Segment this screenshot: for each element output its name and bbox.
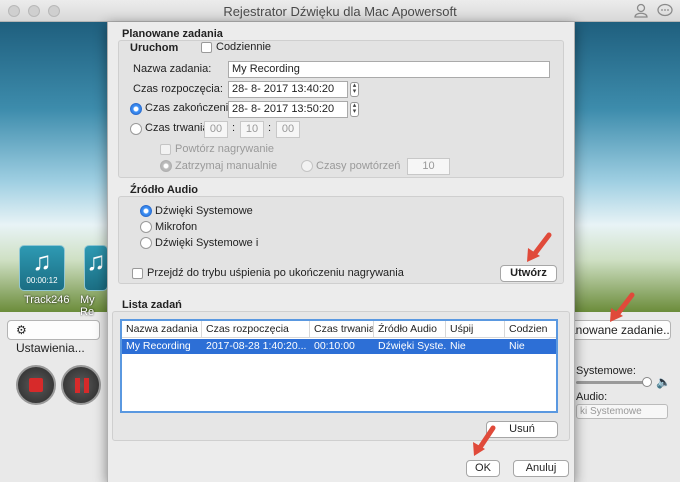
chat-icon[interactable] [657, 3, 673, 18]
duration-seconds-input[interactable]: 00 [276, 121, 300, 138]
task-list-title: Lista zadań [122, 299, 182, 311]
volume-slider[interactable] [576, 381, 650, 384]
task-name-input[interactable]: My Recording [228, 61, 550, 78]
scheduled-tasks-dialog: Planowane zadania Uruchom Codziennie Naz… [107, 22, 575, 482]
table-cell: Dźwięki Syste... [378, 340, 446, 352]
annotation-arrow-icon [610, 292, 635, 322]
end-time-stepper[interactable]: ▴ ▾ [350, 102, 359, 117]
repeat-times-radio[interactable] [301, 160, 313, 172]
microphone-label: Mikrofon [155, 221, 198, 233]
system-sounds-label: Dźwięki Systemowe [155, 205, 253, 217]
music-note-icon: ♫ [32, 246, 52, 276]
track-name: My Re [80, 294, 95, 318]
volume-slider-knob[interactable] [642, 377, 652, 387]
start-time-input[interactable]: 28- 8- 2017 13:40:20 [228, 81, 348, 98]
track-thumbnail[interactable]: ♫ 00:00:12 [19, 245, 65, 291]
repeat-recording-checkbox[interactable] [160, 144, 171, 155]
start-time-label: Czas rozpoczęcia: [133, 83, 223, 95]
settings-button[interactable]: ⚙ Ustawienia... [7, 320, 100, 355]
column-header[interactable]: Czas trwania [310, 321, 374, 338]
audio-label: Audio: [576, 391, 608, 403]
start-time-stepper[interactable]: ▴ ▾ [350, 82, 359, 97]
task-table[interactable]: Nazwa zadania Czas rozpoczęcia Czas trwa… [120, 319, 558, 413]
repeat-recording-label: Powtórz nagrywanie [175, 143, 275, 155]
system-and-mic-label: Dźwięki Systemowe i [155, 237, 259, 249]
table-row[interactable]: My Recording 2017-08-28 1:40:20... 00:10… [122, 339, 556, 354]
audio-source-title: Źródło Audio [130, 184, 199, 196]
run-title: Uruchom [130, 42, 179, 54]
create-button[interactable]: Utwórz [500, 265, 557, 282]
duration-minutes-input[interactable]: 10 [240, 121, 264, 138]
sleep-after-label: Przejdź do trybu uśpienia po ukończeniu … [147, 267, 404, 279]
duration-hours-input[interactable]: 00 [204, 121, 228, 138]
table-cell: My Recording [126, 340, 191, 352]
stop-manually-radio[interactable] [160, 160, 172, 172]
column-header[interactable]: Codzien [505, 321, 556, 338]
stop-manually-label: Zatrzymaj manualnie [175, 160, 278, 172]
table-cell: 00:10:00 [314, 340, 355, 352]
system-and-mic-radio[interactable] [140, 237, 152, 249]
pause-icon [75, 378, 80, 393]
end-time-input[interactable]: 28- 8- 2017 13:50:20 [228, 101, 348, 118]
daily-checkbox[interactable] [201, 42, 212, 53]
track-thumbnail[interactable]: ♫ [84, 245, 108, 291]
table-cell: Nie [450, 340, 466, 352]
annotation-arrow-icon [527, 232, 552, 262]
window-title: Rejestrator Dźwięku dla Mac Apowersoft [223, 4, 457, 19]
end-time-label: Czas zakończenia: [145, 102, 238, 114]
table-cell: Nie [509, 340, 525, 352]
column-header[interactable]: Czas rozpoczęcia [202, 321, 310, 338]
annotation-arrow-icon [473, 425, 496, 456]
column-header[interactable]: Nazwa zadania [122, 321, 202, 338]
speaker-icon: 🔈 [656, 375, 671, 389]
column-header[interactable]: Źródło Audio [374, 321, 446, 338]
microphone-radio[interactable] [140, 221, 152, 233]
repeat-times-label: Czasy powtórzeń [316, 160, 401, 172]
ok-button[interactable]: OK [466, 460, 500, 477]
dialog-title: Planowane zadania [122, 28, 223, 40]
music-note-icon: ♫ [86, 246, 106, 276]
sleep-after-checkbox[interactable] [132, 268, 143, 279]
gear-icon: ⚙ [16, 323, 27, 337]
system-sounds-radio[interactable] [140, 205, 152, 217]
system-sound-label: Systemowe: [576, 365, 636, 377]
cancel-button[interactable]: Anuluj [513, 460, 569, 477]
track-name: Track246 [24, 294, 70, 306]
column-header[interactable]: Uśpij [446, 321, 505, 338]
duration-radio[interactable] [130, 123, 142, 135]
audio-source-select[interactable]: ki Systemowe [576, 404, 668, 419]
task-name-label: Nazwa zadania: [133, 63, 212, 75]
repeat-times-input[interactable]: 10 [407, 158, 450, 175]
user-icon[interactable] [634, 3, 648, 18]
table-cell: 2017-08-28 1:40:20... [206, 340, 307, 352]
stop-button[interactable] [16, 365, 56, 405]
pause-button[interactable] [61, 365, 101, 405]
duration-label: Czas trwania: [145, 122, 212, 134]
daily-label: Codziennie [216, 41, 272, 53]
stop-icon [29, 378, 43, 392]
end-time-radio[interactable] [130, 103, 142, 115]
title-bar: Rejestrator Dźwięku dla Mac Apowersoft [0, 0, 680, 22]
